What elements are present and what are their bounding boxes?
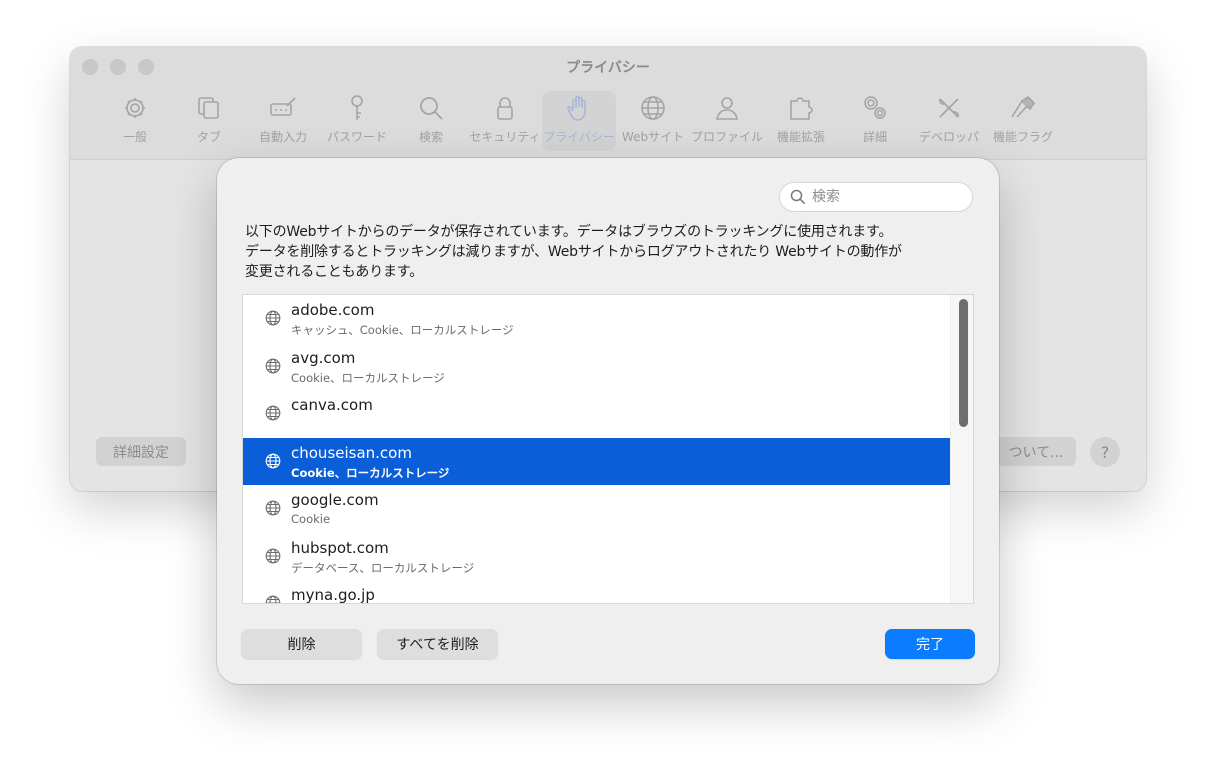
tab-advanced[interactable]: 詳細	[838, 91, 912, 151]
tab-privacy[interactable]: プライバシー	[542, 91, 616, 151]
tabs-icon	[198, 97, 219, 119]
globe-icon	[265, 595, 281, 603]
title-bar: プライバシー 一般 タブ 自動入力 パスワード 検索 セキュリティ プライバシー…	[70, 47, 1146, 160]
tab-websites-label: Webサイト	[621, 130, 685, 144]
description-line: 以下のWebサイトからのデータが保存されています。データはブラウズのトラッキング…	[245, 224, 893, 240]
list-item[interactable]: hubspot.com データベース、ローカルストレージ	[243, 533, 953, 580]
site-domain: chouseisan.com	[291, 444, 412, 462]
globe-icon	[265, 500, 281, 516]
list-item[interactable]: adobe.com キャッシュ、Cookie、ローカルストレージ	[243, 295, 953, 342]
tab-feature-flags[interactable]: 機能フラグ	[986, 91, 1060, 151]
tab-autofill-label: 自動入力	[258, 130, 307, 144]
scrollbar-thumb[interactable]	[959, 299, 968, 427]
hand-icon	[567, 95, 586, 121]
tab-advanced-label: 詳細	[862, 130, 887, 144]
tab-websites[interactable]: Webサイト	[616, 91, 690, 151]
list-item[interactable]: avg.com Cookie、ローカルストレージ	[243, 343, 953, 390]
gear-icon	[125, 98, 145, 118]
website-data-sheet: 以下のWebサイトからのデータが保存されています。データはブラウズのトラッキング…	[217, 158, 999, 684]
list-scrollbar[interactable]	[950, 295, 973, 603]
tab-tabs[interactable]: タブ	[172, 91, 246, 151]
flags-icon	[1011, 95, 1036, 118]
tab-feature-flags-label: 機能フラグ	[992, 130, 1053, 144]
help-button[interactable]: ?	[1090, 437, 1120, 467]
tab-security[interactable]: セキュリティ	[468, 91, 542, 151]
tab-developer[interactable]: デベロッパ	[912, 91, 986, 151]
window-title: プライバシー	[566, 60, 650, 76]
site-domain: hubspot.com	[291, 539, 389, 557]
list-item-selected[interactable]: chouseisan.com Cookie、ローカルストレージ	[243, 438, 953, 485]
search-field[interactable]	[779, 182, 973, 212]
site-detail: データベース、ローカルストレージ	[291, 561, 475, 575]
site-domain: adobe.com	[291, 301, 375, 319]
site-domain: google.com	[291, 491, 379, 509]
tools-icon	[939, 98, 959, 118]
tab-security-label: セキュリティ	[469, 130, 541, 144]
key-icon	[351, 95, 363, 120]
tab-profiles[interactable]: プロファイル	[690, 91, 764, 151]
globe-icon	[265, 453, 281, 469]
search-icon	[420, 97, 443, 120]
autofill-icon	[270, 97, 296, 116]
globe-icon	[265, 405, 281, 421]
globe-icon	[265, 548, 281, 564]
tab-general-label: 一般	[122, 130, 147, 144]
site-detail: Cookie	[291, 512, 331, 526]
site-detail: Cookie、ローカルストレージ	[291, 371, 445, 385]
site-domain: avg.com	[291, 349, 356, 367]
tab-extensions[interactable]: 機能拡張	[764, 91, 838, 151]
advanced-settings-button[interactable]: 詳細設定	[96, 437, 186, 466]
remove-all-button[interactable]: すべてを削除	[377, 629, 498, 659]
tab-autofill[interactable]: 自動入力	[246, 91, 320, 151]
site-domain: myna.go.jp	[291, 586, 375, 604]
puzzle-icon	[790, 97, 813, 120]
tab-privacy-label: プライバシー	[543, 130, 615, 144]
preferences-toolbar: 一般 タブ 自動入力 パスワード 検索 セキュリティ プライバシー Webサイト…	[98, 91, 1060, 151]
search-input[interactable]	[810, 188, 964, 206]
done-button[interactable]: 完了	[885, 629, 975, 659]
list-item[interactable]: canva.com	[243, 390, 953, 437]
tab-profiles-label: プロファイル	[690, 130, 763, 144]
tab-general[interactable]: 一般	[98, 91, 172, 151]
globe-icon	[265, 358, 281, 374]
site-detail: Cookie、ローカルストレージ	[291, 466, 450, 480]
gears-icon	[864, 96, 886, 119]
tab-developer-label: デベロッパ	[918, 130, 979, 144]
globe-icon	[265, 310, 281, 326]
about-button[interactable]: ついて...	[996, 437, 1076, 466]
remove-button[interactable]: 削除	[241, 629, 362, 659]
tab-passwords[interactable]: パスワード	[320, 91, 394, 151]
website-list[interactable]: adobe.com キャッシュ、Cookie、ローカルストレージ avg.com…	[242, 294, 974, 604]
tab-passwords-label: パスワード	[326, 130, 387, 144]
description-line: 変更されることもあります。	[245, 264, 423, 280]
site-detail: キャッシュ、Cookie、ローカルストレージ	[291, 323, 514, 337]
tab-extensions-label: 機能拡張	[776, 130, 825, 144]
tab-search-label: 検索	[418, 130, 443, 144]
lock-icon	[497, 97, 513, 120]
globe-icon	[641, 96, 665, 120]
tab-search[interactable]: 検索	[394, 91, 468, 151]
description-text: 以下のWebサイトからのデータが保存されています。データはブラウズのトラッキング…	[245, 222, 975, 282]
person-icon	[716, 97, 738, 120]
tab-tabs-label: タブ	[196, 130, 221, 144]
search-icon	[790, 189, 806, 205]
list-item[interactable]: myna.go.jp	[243, 580, 953, 604]
list-item[interactable]: google.com Cookie	[243, 485, 953, 532]
site-domain: canva.com	[291, 396, 373, 414]
description-line: データを削除するとトラッキングは減りますが、Webサイトからログアウトされたり …	[245, 244, 902, 260]
